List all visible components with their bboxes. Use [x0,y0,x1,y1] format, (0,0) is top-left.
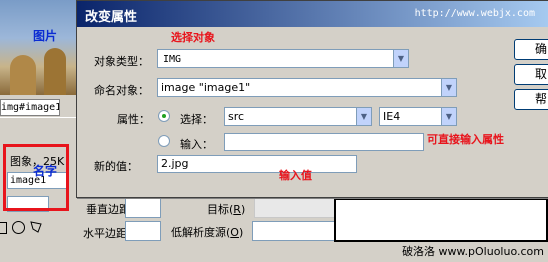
new-value-input[interactable]: 2.jpg [157,155,357,173]
hspace-input[interactable] [125,221,161,241]
lowsrc-label: 低解析度源(O) [171,226,244,239]
image-arch [10,55,36,95]
named-object-value: image "image1" [161,81,251,94]
image-arch [44,48,66,95]
browser-select-value: IE4 [383,110,401,123]
rect-hotspot-icon[interactable] [0,222,7,234]
select-radio[interactable] [158,110,170,122]
ok-button[interactable]: 确 [514,39,548,60]
cancel-button[interactable]: 取 [514,64,548,85]
titlebar-url: http://www.webjx.com [414,8,535,19]
attribute-select-value: src [228,110,245,123]
object-type-select[interactable]: IMG ▼ [157,49,409,68]
attribute-input[interactable] [224,133,424,151]
tag-selector[interactable]: img#image1> [0,99,60,116]
preview-frame [334,198,548,242]
object-type-label: 对象类型： [94,55,149,68]
chevron-down-icon[interactable]: ▼ [441,108,456,125]
input-radio[interactable] [158,135,170,147]
lowsrc-input[interactable] [252,221,336,241]
named-object-label: 命名对象： [94,84,149,97]
help-button[interactable]: 帮 [514,89,548,110]
name-highlight-box [3,144,69,211]
dialog-titlebar[interactable]: 改变属性 http://www.webjx.com [77,1,548,27]
chevron-down-icon[interactable]: ▼ [393,50,408,67]
new-value-label: 新的值： [94,160,138,173]
chevron-down-icon[interactable]: ▼ [356,108,371,125]
input-radio-label: 输入： [180,138,213,151]
change-property-dialog: 改变属性 http://www.webjx.com 选择对象 对象类型： IMG… [76,0,548,198]
select-radio-label: 选择： [180,113,213,126]
object-type-value: IMG [163,54,182,65]
browser-select[interactable]: IE4 ▼ [379,107,457,126]
named-object-select[interactable]: image "image1" ▼ [157,78,457,97]
input-value-annotation: 输入值 [279,169,312,182]
attribute-label: 属性： [117,113,150,126]
dialog-title: 改变属性 [85,10,138,25]
circle-hotspot-icon[interactable] [12,221,25,234]
direct-input-annotation: 可直接输入属性 [427,133,504,146]
canvas-image[interactable] [0,0,80,95]
vspace-input[interactable] [125,198,161,218]
target-input[interactable] [254,198,336,218]
chevron-down-icon[interactable]: ▼ [441,79,456,96]
select-object-annotation: 选择对象 [171,31,215,44]
watermark: 破洛洛 www.pOluoluo.com [402,245,544,258]
attribute-select[interactable]: src ▼ [224,107,372,126]
image-annotation: 图片 [33,29,58,43]
target-label: 目标(R) [207,203,246,216]
polygon-hotspot-icon[interactable] [30,221,42,233]
